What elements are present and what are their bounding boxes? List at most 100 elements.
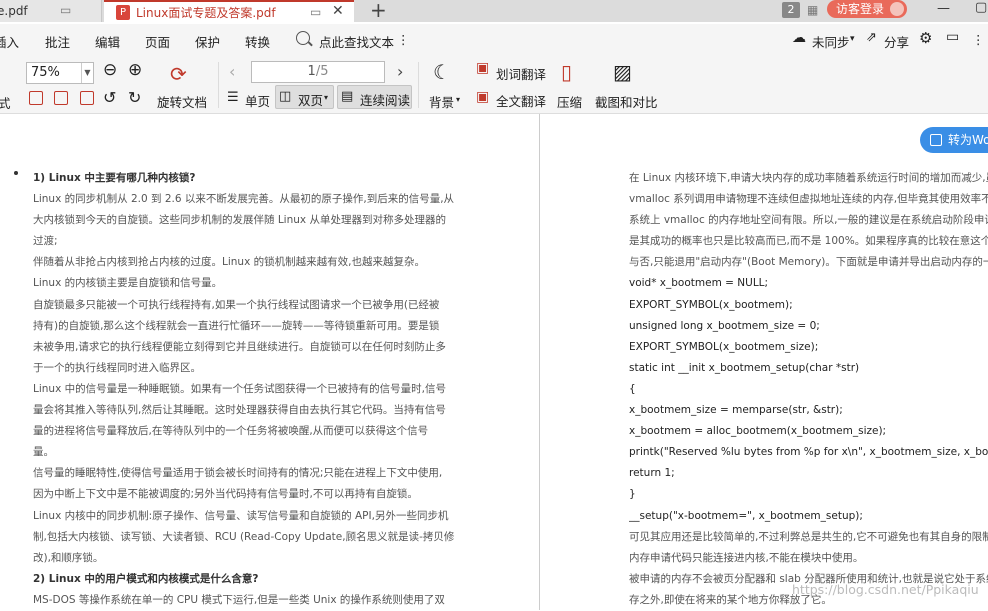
convert-to-word-button[interactable]: 转为Wo (920, 127, 988, 153)
login-button[interactable]: 访客登录 (827, 0, 907, 18)
menu-bar: 插入 批注 编辑 页面 保护 转换 点此查找文本 ⋮ ☁ 未同步 ▾ ⇗ 分享 … (0, 24, 988, 56)
menu-edit[interactable]: 编辑 (95, 32, 120, 51)
text-line: 自旋锁最多只能被一个可执行线程持有,如果一个执行线程试图请求一个已被争用(已经被 (33, 298, 440, 311)
close-icon[interactable]: ✕ (332, 3, 344, 19)
text-line: 内存申请代码只能连接进内核,不能在模块中使用。 (629, 551, 864, 564)
text-line: printk("Reserved %lu bytes from %p for x… (629, 446, 988, 459)
avatar (890, 2, 904, 16)
zoom-out-icon[interactable]: ⊖ (103, 60, 117, 80)
prev-page-icon[interactable]: ‹ (229, 62, 235, 81)
menu-convert[interactable]: 转换 (245, 32, 270, 51)
grid-icon[interactable]: ▦ (807, 3, 818, 17)
text-line: EXPORT_SYMBOL(x_bootmem_size); (629, 340, 819, 353)
document-view[interactable]: 1) Linux 中主要有哪几种内核锁? Linux 的同步机制从 2.0 到 2… (0, 114, 988, 610)
fit-page-icon[interactable] (54, 91, 68, 105)
text-line: { (629, 382, 636, 395)
text-line: 量会将其推入等待队列,然后让其睡眠。这时处理器获得自由去执行其它代码。当持有信号 (33, 404, 446, 417)
toolbar: 式 75% ▼ ⊖ ⊕ ↺ ↻ ⟳ 旋转文档 ‹ 1/5 › ☰ 单页 ◫ 双页… (0, 56, 988, 114)
text-line: x_bootmem = alloc_bootmem(x_bootmem_size… (629, 425, 887, 438)
monitor-icon[interactable]: ▭ (310, 5, 321, 19)
new-tab-icon[interactable]: + (370, 0, 387, 22)
text-line: 可见其应用还是比较简单的,不过利弊总是共生的,它不可避免也有其自身的限制 (629, 530, 988, 543)
continuous-icon: ▤ (341, 89, 354, 104)
text-line: Linux 中的信号量是一种睡眠锁。如果有一个任务试图获得一个已被持有的信号量时… (33, 382, 446, 395)
monitor-icon[interactable]: ▭ (60, 3, 71, 17)
compress-icon: ▯ (561, 60, 573, 84)
double-page-label: 双页 (298, 93, 324, 108)
continuous-read-button[interactable]: ▤ 连续阅读 (337, 85, 412, 109)
rotate-doc-button[interactable]: 旋转文档 (157, 92, 207, 111)
minimize-icon[interactable]: — (937, 1, 950, 16)
gear-icon[interactable]: ⚙ (919, 29, 932, 47)
double-page-button[interactable]: ◫ 双页 ▾ (275, 85, 334, 109)
text-line: 持有)的自旋锁,那么这个线程就会一直进行忙循环——旋转——等待锁重新可用。要是锁 (33, 319, 440, 332)
text-line: 伴随着从非抢占内核到抢占内核的过度。Linux 的锁机制越来越有效,也越来越复杂… (33, 256, 425, 269)
single-page-button[interactable]: 单页 (245, 91, 270, 110)
background-button[interactable]: 背景 (429, 92, 454, 111)
menu-protect[interactable]: 保护 (195, 32, 220, 51)
menu-annotate[interactable]: 批注 (45, 32, 70, 51)
rotate-left-icon[interactable]: ↺ (103, 88, 116, 107)
text-line: return 1; (629, 467, 675, 480)
text-line: 系统上 vmalloc 的内存地址空间有限。所以,一般的建议是在系统启动阶段申请 (629, 214, 988, 227)
zoom-select[interactable]: 75% ▼ (26, 62, 94, 84)
screenshot-icon: ▨ (613, 60, 632, 84)
text-line: vmalloc 系列调用申请物理不连续但虚拟地址连续的内存,但毕竟其使用效率不高 (629, 193, 988, 206)
text-line: 未被争用,请求它的执行线程便能立刻得到它并且继续进行。自旋锁可以在任何时刻防止多 (33, 340, 446, 353)
word-icon (930, 134, 942, 146)
text-line: 在 Linux 内核环境下,申请大块内存的成功率随着系统运行时间的增加而减少,虽 (629, 172, 988, 184)
menu-page[interactable]: 页面 (145, 32, 170, 51)
left-page: 1) Linux 中主要有哪几种内核锁? Linux 的同步机制从 2.0 到 2… (33, 168, 455, 611)
text-line: x_bootmem_size = memparse(str, &str); (629, 404, 843, 417)
cloud-icon: ☁ (792, 30, 806, 46)
next-page-icon[interactable]: › (397, 62, 403, 81)
divider (418, 62, 419, 108)
compress-button[interactable]: 压缩 (557, 92, 582, 111)
page-number-input[interactable]: 1/5 (251, 61, 385, 83)
chevron-down-icon[interactable]: ▾ (456, 95, 460, 104)
more-icon[interactable]: ⋮ (397, 32, 410, 47)
chevron-down-icon[interactable]: ▾ (850, 34, 855, 44)
comment-icon[interactable]: ▭ (946, 29, 959, 45)
zoom-in-icon[interactable]: ⊕ (128, 60, 142, 80)
tab-bar: e.pdf ▭ P Linux面试专题及答案.pdf ▭ ✕ + 2 ▦ 访客登… (0, 0, 988, 22)
single-page-icon: ☰ (227, 90, 239, 105)
text-line: 因为中断上下文中是不能被调度的;另外当代码持有信号量时,不可以再持有自旋锁。 (33, 488, 418, 501)
chevron-down-icon[interactable]: ▼ (81, 63, 93, 83)
full-translate-icon: ▣ (476, 89, 490, 105)
text-line: MS-DOS 等操作系统在单一的 CPU 模式下运行,但是一些类 Unix 的操… (33, 593, 445, 606)
tab-other-pdf[interactable]: e.pdf ▭ (0, 0, 102, 22)
actual-size-icon[interactable] (29, 91, 43, 105)
rotate-doc-icon: ⟳ (170, 62, 187, 86)
tab-count-badge[interactable]: 2 (782, 2, 800, 18)
search-icon[interactable] (296, 31, 310, 45)
page-total: /5 (315, 64, 329, 79)
tab-linux-pdf[interactable]: P Linux面试专题及答案.pdf ▭ ✕ (104, 0, 354, 22)
tab-title: Linux面试专题及答案.pdf (136, 5, 276, 20)
text-line: Linux 的同步机制从 2.0 到 2.6 以来不断发展完善。从最初的原子操作… (33, 193, 455, 206)
search-text-button[interactable]: 点此查找文本 (319, 32, 394, 51)
menu-insert[interactable]: 插入 (0, 32, 19, 51)
rotate-right-icon[interactable]: ↻ (128, 88, 141, 107)
text-line: 与否,只能退用"启动内存"(Boot Memory)。下面就是申请并导出启动内存… (629, 256, 988, 269)
text-line: 大内核锁到今天的自旋锁。这些同步机制的发展伴随 Linux 从单处理器到对称多处… (33, 214, 446, 227)
text-line: EXPORT_SYMBOL(x_bootmem); (629, 298, 793, 311)
text-line: 过渡; (33, 235, 58, 248)
text-line: 改),和顺序锁。 (33, 551, 104, 564)
text-line: 量。 (33, 446, 54, 459)
convert-label: 转为Wo (948, 133, 988, 147)
text-line: static int __init x_bootmem_setup(char *… (629, 361, 860, 374)
share-button[interactable]: 分享 (884, 32, 909, 51)
fit-width-icon[interactable] (80, 91, 94, 105)
sync-status[interactable]: 未同步 (812, 32, 850, 51)
word-translate-button[interactable]: 划词翻译 (496, 64, 546, 83)
page-divider (539, 114, 540, 610)
toolbar-partial-label: 式 (0, 96, 11, 111)
restore-icon[interactable]: ▢ (975, 0, 987, 15)
more-icon[interactable]: ⋮ (972, 32, 985, 47)
double-page-icon: ◫ (279, 89, 292, 104)
text-line: } (629, 488, 636, 501)
screenshot-compare-button[interactable]: 截图和对比 (595, 92, 658, 111)
full-translate-button[interactable]: 全文翻译 (496, 91, 546, 110)
share-icon: ⇗ (866, 30, 877, 45)
